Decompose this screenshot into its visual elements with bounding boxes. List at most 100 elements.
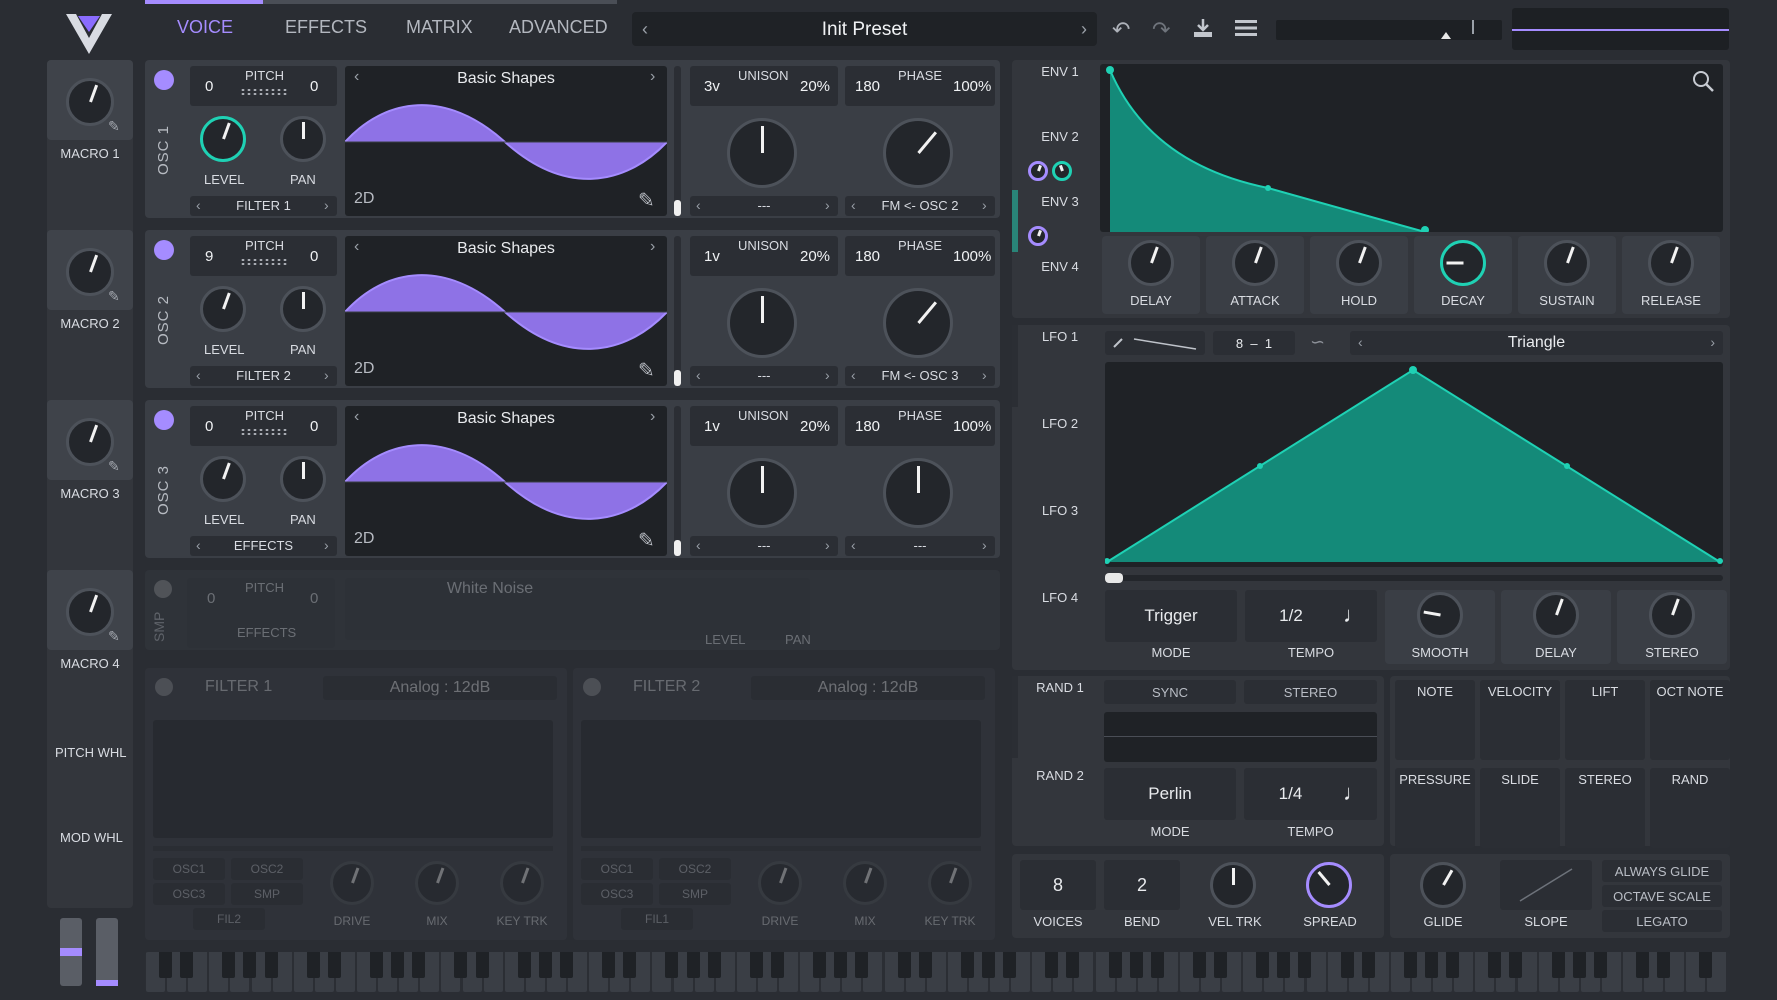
next-icon[interactable]: › [982,537,987,553]
wave-frame-slider[interactable] [674,406,681,556]
lfo-grid[interactable]: 8 – 1 [1213,331,1295,355]
black-key[interactable] [327,952,341,978]
black-key[interactable] [1214,952,1227,978]
phase-value[interactable]: 180 [855,248,880,265]
wavetable-dimension[interactable]: 2D [354,190,374,208]
black-key[interactable] [1361,952,1375,978]
env-hold-knob[interactable] [1336,240,1382,286]
black-key[interactable] [813,952,827,978]
env-sustain-knob[interactable] [1544,240,1590,286]
prev-icon[interactable]: ‹ [196,537,201,553]
black-key[interactable] [1298,952,1312,978]
osc-3-pan-knob[interactable] [280,456,326,502]
env-mod-knob[interactable] [1028,226,1048,246]
wave-frame-slider[interactable] [674,236,681,386]
undo-icon[interactable]: ↶ [1112,17,1130,43]
wavetable-dimension[interactable]: 2D [354,360,374,378]
lfo-brush[interactable] [1105,331,1205,355]
black-key[interactable] [1551,952,1565,978]
filter-source-0[interactable]: OSC1 [581,858,653,880]
black-key[interactable] [538,952,552,978]
rand-tab-1[interactable]: RAND 1 [1020,680,1100,695]
osc-3-phase-knob[interactable] [883,458,953,528]
filter-source-4[interactable]: FIL1 [621,908,693,930]
next-icon[interactable]: › [825,367,830,383]
osc-1-power[interactable] [154,70,174,90]
wavetable-name[interactable]: Basic Shapes [345,410,667,428]
black-key[interactable] [834,952,848,978]
black-key[interactable] [981,952,995,978]
next-icon[interactable]: › [650,408,655,426]
filter-source-3[interactable]: SMP [659,883,731,905]
lfo-waveform[interactable] [1105,362,1723,567]
phase-random[interactable]: 100% [953,418,991,435]
note-icon[interactable]: ♩ [1343,780,1365,806]
tab-voice[interactable]: VOICE [177,17,233,38]
prev-icon[interactable]: ‹ [696,367,701,383]
redo-icon[interactable]: ↷ [1152,17,1170,43]
black-key[interactable] [1256,952,1270,978]
tab-matrix[interactable]: MATRIX [406,17,473,38]
env-attack-knob[interactable] [1232,240,1278,286]
black-key[interactable] [1045,952,1059,978]
black-key[interactable] [707,952,721,978]
osc-2-level-knob[interactable] [200,286,246,332]
unison-voices[interactable]: 3v [704,78,720,95]
filter-cutoff-slider[interactable] [153,846,553,851]
lfo-stereo-knob[interactable] [1649,592,1695,638]
macro-1-knob[interactable] [66,78,114,126]
osc-2-pan-knob[interactable] [280,286,326,332]
prev-icon[interactable]: ‹ [354,238,359,256]
black-key[interactable] [370,952,383,978]
prev-icon[interactable]: ‹ [851,537,856,553]
env-tab-3[interactable]: ENV 3 [1030,194,1090,209]
unison-detune[interactable]: 20% [800,418,830,435]
black-key[interactable] [686,952,700,978]
pitch-transpose[interactable]: 0 [205,418,213,435]
black-key[interactable] [559,952,573,978]
phase-value[interactable]: 180 [855,78,880,95]
save-icon[interactable] [1192,17,1214,39]
black-key[interactable] [1425,952,1438,978]
black-key[interactable] [1150,952,1164,978]
black-key[interactable] [1699,952,1713,978]
env-delay-knob[interactable] [1128,240,1174,286]
lfo-phase-bar[interactable] [1105,573,1723,583]
legato-button[interactable]: LEGATO [1602,910,1722,932]
black-key[interactable] [391,952,405,978]
black-key[interactable] [770,952,784,978]
phase-random[interactable]: 100% [953,248,991,265]
lfo-tab-1[interactable]: LFO 1 [1030,329,1090,344]
filter-type-selector[interactable]: Analog : 12dB [751,676,985,700]
lfo-smooth-knob[interactable] [1417,592,1463,638]
osc-2-power[interactable] [154,240,174,260]
black-key[interactable] [1488,952,1502,978]
edit-icon[interactable]: ✎ [108,628,120,645]
wavetable-dimension[interactable]: 2D [354,530,374,548]
pitch-transpose[interactable]: 9 [205,248,213,265]
rand-mode[interactable]: Perlin [1104,768,1236,820]
preset-selector[interactable]: ‹ Init Preset › [632,12,1097,46]
lfo-tab-3[interactable]: LFO 3 [1030,503,1090,518]
next-icon[interactable]: › [324,367,329,383]
filter-1-power[interactable] [155,678,173,696]
unison-voices[interactable]: 1v [704,418,720,435]
unison-detune[interactable]: 20% [800,248,830,265]
prev-icon[interactable]: ‹ [851,197,856,213]
wavetable-name[interactable]: Basic Shapes [345,240,667,258]
unison-voices[interactable]: 1v [704,248,720,265]
osc-2-unison-knob[interactable] [727,288,797,358]
envelope-curve[interactable] [1100,64,1723,232]
env-release-knob[interactable] [1648,240,1694,286]
smp-power[interactable] [154,580,172,598]
next-icon[interactable]: › [982,367,987,383]
black-key[interactable] [897,952,911,978]
filter-keytrk-knob[interactable] [928,861,972,905]
next-icon[interactable]: › [324,197,329,213]
env-mod-knob[interactable] [1028,161,1048,181]
filter-source-1[interactable]: OSC2 [231,858,303,880]
black-key[interactable] [517,952,531,978]
prev-icon[interactable]: ‹ [851,367,856,383]
black-key[interactable] [1066,952,1080,978]
osc-1-level-knob[interactable] [200,116,246,162]
